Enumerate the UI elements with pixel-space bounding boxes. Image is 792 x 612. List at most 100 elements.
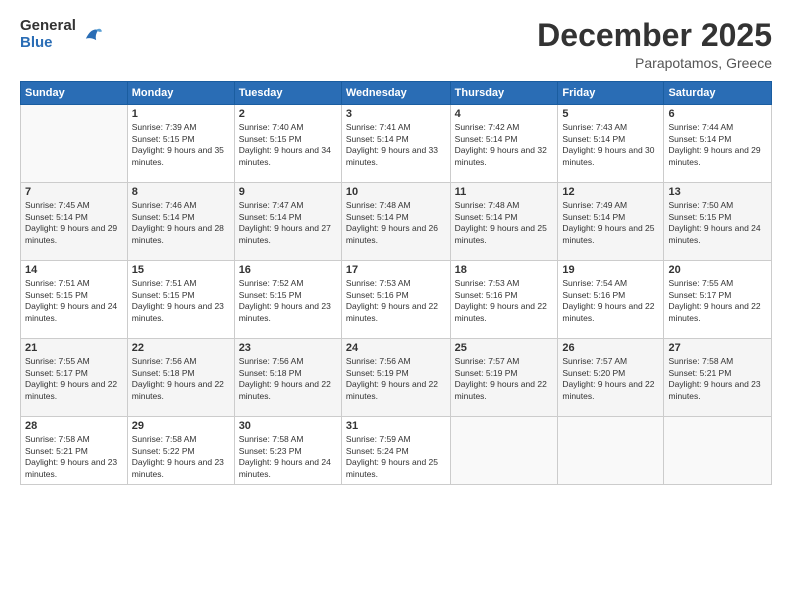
header-sunday: Sunday [21, 82, 128, 105]
calendar-cell: 21 Sunrise: 7:55 AMSunset: 5:17 PMDayligh… [21, 339, 128, 417]
header-wednesday: Wednesday [341, 82, 450, 105]
calendar-cell: 3Sunrise: 7:41 AMSunset: 5:14 PMDaylight… [341, 105, 450, 183]
calendar-cell: 16Sunrise: 7:52 AMSunset: 5:15 PMDayligh… [234, 261, 341, 339]
calendar-cell: 29Sunrise: 7:58 AMSunset: 5:22 PMDayligh… [127, 417, 234, 485]
header-thursday: Thursday [450, 82, 558, 105]
day-info: Sunrise: 7:48 AMSunset: 5:14 PMDaylight:… [346, 200, 446, 246]
day-info: Sunrise: 7:39 AMSunset: 5:15 PMDaylight:… [132, 122, 230, 168]
day-info: Sunrise: 7:50 AMSunset: 5:15 PMDaylight:… [668, 200, 767, 246]
day-number: 16 [239, 264, 337, 276]
day-info: Sunrise: 7:55 AMSunset: 5:17 PMDaylight:… [668, 278, 767, 324]
day-number: 19 [562, 264, 659, 276]
logo-blue: Blue [20, 35, 76, 52]
calendar-cell: 10 Sunrise: 7:48 AMSunset: 5:14 PMDayligh… [341, 183, 450, 261]
day-number: 24 [346, 342, 446, 354]
calendar-cell: 4 Sunrise: 7:42 AMSunset: 5:14 PMDaylight… [450, 105, 558, 183]
day-number: 9 [239, 186, 337, 198]
day-info: Sunrise: 7:55 AMSunset: 5:17 PMDaylight:… [25, 356, 123, 402]
day-number: 22 [132, 342, 230, 354]
day-number: 1 [132, 108, 230, 120]
location-subtitle: Parapotamos, Greece [537, 55, 772, 71]
calendar-cell: 8Sunrise: 7:46 AMSunset: 5:14 PMDaylight… [127, 183, 234, 261]
title-block: December 2025 Parapotamos, Greece [537, 18, 772, 71]
day-info: Sunrise: 7:41 AMSunset: 5:14 PMDaylight:… [346, 122, 446, 168]
day-info: Sunrise: 7:51 AMSunset: 5:15 PMDaylight:… [25, 278, 123, 324]
calendar-week-row-1: 1 Sunrise: 7:39 AMSunset: 5:15 PMDaylight… [21, 105, 772, 183]
day-info: Sunrise: 7:45 AMSunset: 5:14 PMDaylight:… [25, 200, 123, 246]
day-info: Sunrise: 7:47 AMSunset: 5:14 PMDaylight:… [239, 200, 337, 246]
day-info: Sunrise: 7:46 AMSunset: 5:14 PMDaylight:… [132, 200, 230, 246]
calendar-cell: 18Sunrise: 7:53 AMSunset: 5:16 PMDayligh… [450, 261, 558, 339]
calendar-cell: 9 Sunrise: 7:47 AMSunset: 5:14 PMDaylight… [234, 183, 341, 261]
calendar-cell [664, 417, 772, 485]
day-number: 29 [132, 420, 230, 432]
logo-general: General [20, 18, 76, 35]
calendar-cell: 5 Sunrise: 7:43 AMSunset: 5:14 PMDaylight… [558, 105, 664, 183]
day-number: 14 [25, 264, 123, 276]
day-info: Sunrise: 7:48 AMSunset: 5:14 PMDaylight:… [455, 200, 554, 246]
day-number: 27 [668, 342, 767, 354]
calendar-cell: 13 Sunrise: 7:50 AMSunset: 5:15 PMDayligh… [664, 183, 772, 261]
day-info: Sunrise: 7:42 AMSunset: 5:14 PMDaylight:… [455, 122, 554, 168]
day-number: 13 [668, 186, 767, 198]
calendar-week-row-5: 28Sunrise: 7:58 AMSunset: 5:21 PMDayligh… [21, 417, 772, 485]
day-number: 31 [346, 420, 446, 432]
calendar-cell: 20 Sunrise: 7:55 AMSunset: 5:17 PMDayligh… [664, 261, 772, 339]
calendar-cell: 15 Sunrise: 7:51 AMSunset: 5:15 PMDayligh… [127, 261, 234, 339]
calendar-cell: 28Sunrise: 7:58 AMSunset: 5:21 PMDayligh… [21, 417, 128, 485]
day-info: Sunrise: 7:58 AMSunset: 5:21 PMDaylight:… [668, 356, 767, 402]
calendar-cell: 2 Sunrise: 7:40 AMSunset: 5:15 PMDaylight… [234, 105, 341, 183]
day-number: 21 [25, 342, 123, 354]
day-number: 6 [668, 108, 767, 120]
day-number: 2 [239, 108, 337, 120]
logo-icon [80, 24, 102, 46]
calendar-cell: 6 Sunrise: 7:44 AMSunset: 5:14 PMDaylight… [664, 105, 772, 183]
calendar-header-row: Sunday Monday Tuesday Wednesday Thursday… [21, 82, 772, 105]
calendar-cell [21, 105, 128, 183]
day-info: Sunrise: 7:56 AMSunset: 5:18 PMDaylight:… [132, 356, 230, 402]
header-tuesday: Tuesday [234, 82, 341, 105]
day-info: Sunrise: 7:49 AMSunset: 5:14 PMDaylight:… [562, 200, 659, 246]
calendar-cell: 19 Sunrise: 7:54 AMSunset: 5:16 PMDayligh… [558, 261, 664, 339]
day-number: 4 [455, 108, 554, 120]
day-info: Sunrise: 7:44 AMSunset: 5:14 PMDaylight:… [668, 122, 767, 168]
day-info: Sunrise: 7:58 AMSunset: 5:21 PMDaylight:… [25, 434, 123, 480]
day-number: 26 [562, 342, 659, 354]
day-number: 23 [239, 342, 337, 354]
day-info: Sunrise: 7:56 AMSunset: 5:19 PMDaylight:… [346, 356, 446, 402]
calendar-table: Sunday Monday Tuesday Wednesday Thursday… [20, 81, 772, 485]
day-info: Sunrise: 7:51 AMSunset: 5:15 PMDaylight:… [132, 278, 230, 324]
calendar-cell: 11Sunrise: 7:48 AMSunset: 5:14 PMDayligh… [450, 183, 558, 261]
calendar-cell: 17Sunrise: 7:53 AMSunset: 5:16 PMDayligh… [341, 261, 450, 339]
calendar-week-row-2: 7 Sunrise: 7:45 AMSunset: 5:14 PMDaylight… [21, 183, 772, 261]
calendar-cell: 24 Sunrise: 7:56 AMSunset: 5:19 PMDayligh… [341, 339, 450, 417]
calendar-cell: 27 Sunrise: 7:58 AMSunset: 5:21 PMDayligh… [664, 339, 772, 417]
day-info: Sunrise: 7:43 AMSunset: 5:14 PMDaylight:… [562, 122, 659, 168]
day-info: Sunrise: 7:40 AMSunset: 5:15 PMDaylight:… [239, 122, 337, 168]
day-number: 15 [132, 264, 230, 276]
calendar-cell: 30Sunrise: 7:58 AMSunset: 5:23 PMDayligh… [234, 417, 341, 485]
calendar-cell [450, 417, 558, 485]
calendar-cell: 23 Sunrise: 7:56 AMSunset: 5:18 PMDayligh… [234, 339, 341, 417]
day-info: Sunrise: 7:54 AMSunset: 5:16 PMDaylight:… [562, 278, 659, 324]
calendar-cell: 31 Sunrise: 7:59 AMSunset: 5:24 PMDayligh… [341, 417, 450, 485]
logo: General Blue [20, 18, 102, 51]
day-info: Sunrise: 7:59 AMSunset: 5:24 PMDaylight:… [346, 434, 446, 480]
page: General Blue December 2025 Parapotamos, … [0, 0, 792, 612]
day-info: Sunrise: 7:58 AMSunset: 5:23 PMDaylight:… [239, 434, 337, 480]
day-info: Sunrise: 7:56 AMSunset: 5:18 PMDaylight:… [239, 356, 337, 402]
month-title: December 2025 [537, 18, 772, 53]
calendar-cell [558, 417, 664, 485]
calendar-cell: 12Sunrise: 7:49 AMSunset: 5:14 PMDayligh… [558, 183, 664, 261]
header: General Blue December 2025 Parapotamos, … [20, 18, 772, 71]
calendar-cell: 26Sunrise: 7:57 AMSunset: 5:20 PMDayligh… [558, 339, 664, 417]
header-saturday: Saturday [664, 82, 772, 105]
day-number: 20 [668, 264, 767, 276]
day-number: 5 [562, 108, 659, 120]
day-number: 10 [346, 186, 446, 198]
header-monday: Monday [127, 82, 234, 105]
day-number: 7 [25, 186, 123, 198]
day-info: Sunrise: 7:53 AMSunset: 5:16 PMDaylight:… [455, 278, 554, 324]
calendar-cell: 25Sunrise: 7:57 AMSunset: 5:19 PMDayligh… [450, 339, 558, 417]
header-friday: Friday [558, 82, 664, 105]
